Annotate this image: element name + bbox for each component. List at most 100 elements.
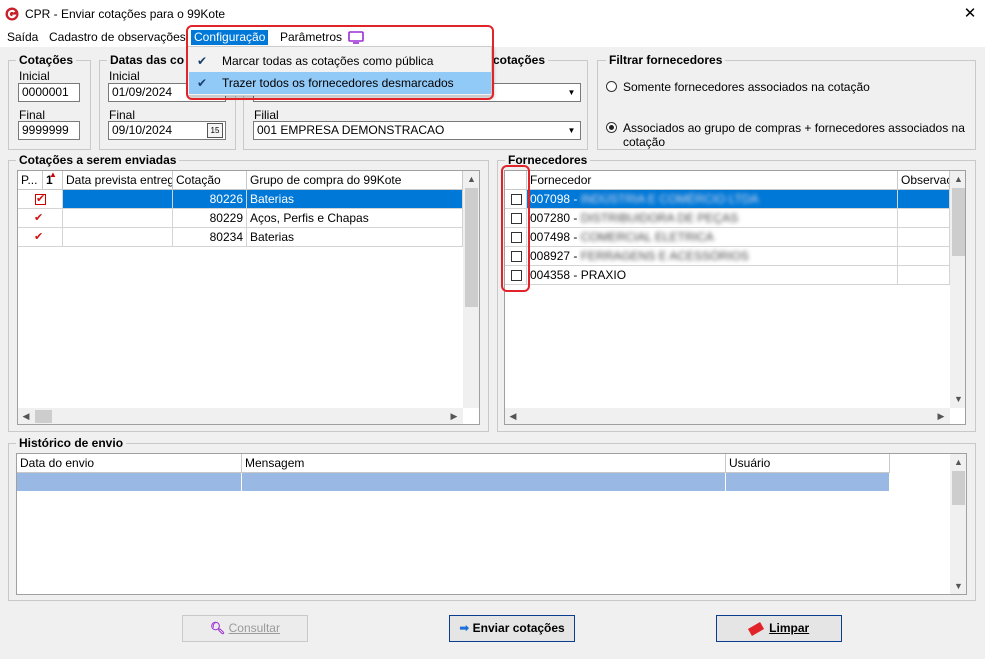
filtro-somente-radio[interactable] [606, 81, 617, 92]
table-row[interactable] [17, 473, 890, 492]
filtrar-fornecedores-title: Filtrar fornecedores [606, 53, 726, 67]
fornecedor-name: INDÚSTRIA E COMÉRCIO LTDA [580, 192, 759, 206]
close-window-button[interactable]: ✕ [960, 4, 980, 24]
cotacoes-grid: P... ▲ 1 Data prevista entrega Cotação G… [17, 170, 480, 425]
filial-value: 001 EMPRESA DEMONSTRACAO [257, 123, 445, 137]
row-checkbox-cell[interactable]: ✔ [18, 190, 63, 209]
data-inicial-value: 01/09/2024 [112, 85, 173, 99]
vertical-scrollbar[interactable]: ▲ ▼ [950, 454, 966, 594]
table-row[interactable]: ✔ 80234 Baterias [18, 228, 463, 247]
data-final-input[interactable]: 09/10/2024 15 [108, 121, 226, 140]
data-final-label: Final [109, 108, 136, 122]
col-cotacao[interactable]: Cotação [173, 171, 247, 190]
row-checkbox-cell[interactable]: ✔ [18, 209, 63, 228]
cotacoes-group-title: Cotações [16, 53, 77, 67]
scroll-left-icon[interactable]: ◀ [505, 408, 521, 424]
table-row[interactable]: ✔ 80229 Aços, Perfis e Chapas [18, 209, 463, 228]
col-data-envio[interactable]: Data do envio [17, 454, 242, 473]
fornecedor-cell: 004358 - PRAXIO [527, 266, 898, 285]
col-data-prevista[interactable]: Data prevista entrega [63, 171, 173, 190]
scroll-left-icon[interactable]: ◀ [18, 408, 34, 424]
filtro-associados-radio[interactable] [606, 122, 617, 133]
menu-saida[interactable]: Saída [7, 30, 38, 45]
chevron-down-icon[interactable]: ▼ [564, 123, 579, 138]
filial-select[interactable]: 001 EMPRESA DEMONSTRACAO ▼ [253, 121, 581, 140]
col-grupo-compra[interactable]: Grupo de compra do 99Kote [247, 171, 463, 190]
col-observacao[interactable]: Observaçã [898, 171, 950, 190]
limpar-button[interactable]: Limpar [716, 615, 842, 642]
cotacao-inicial-label: Inicial [19, 69, 50, 83]
enviar-cotacoes-button[interactable]: ➡ Enviar cotações [449, 615, 575, 642]
scroll-thumb[interactable] [465, 188, 478, 307]
consultar-label: Consultar [228, 621, 280, 635]
datas-group-title: Datas das co [107, 53, 188, 67]
fornecedor-name: COMERCIAL ELETRICA [580, 230, 714, 244]
fornecedor-code: 004358 - [530, 268, 578, 282]
checkbox-checked-icon[interactable]: ✔ [35, 193, 46, 205]
sort-up-icon: ▲ [49, 171, 57, 179]
fornecedor-name: PRAXIO [580, 268, 627, 282]
historico-grid: Data do envio Mensagem Usuário ▲ ▼ [16, 453, 967, 595]
table-row[interactable]: ✔ 80226 Baterias [18, 190, 463, 209]
scroll-thumb[interactable] [952, 188, 965, 256]
scroll-up-icon[interactable]: ▲ [463, 171, 479, 187]
table-row[interactable]: 007498 - COMERCIAL ELETRICA [505, 228, 950, 247]
consultar-button[interactable]: 🔍︎ Consultar [182, 615, 308, 642]
scroll-down-icon[interactable]: ▼ [950, 578, 966, 594]
col-fornecedor[interactable]: Fornecedor [527, 171, 898, 190]
data-inicial-label: Inicial [109, 69, 140, 83]
calendar-icon[interactable]: 15 [207, 123, 223, 138]
data-final-value: 09/10/2024 [112, 123, 173, 137]
filtro-associados-label[interactable]: Associados ao grupo de compras + fornece… [623, 121, 985, 149]
enviar-label: Enviar cotações [472, 621, 565, 635]
table-row[interactable]: 008927 - FERRAGENS E ACESSÓRIOS [505, 247, 950, 266]
col-mensagem[interactable]: Mensagem [242, 454, 726, 473]
table-row[interactable]: 007280 - DISTRIBUIDORA DE PEÇAS [505, 209, 950, 228]
limpar-label: Limpar [769, 621, 810, 635]
observacao-cell [898, 266, 950, 285]
observacao-cell [898, 209, 950, 228]
fornecedor-name: DISTRIBUIDORA DE PEÇAS [580, 211, 739, 225]
fornecedores-grid: Fornecedor Observaçã 007098 - INDÚSTRIA … [504, 170, 966, 425]
data-prevista-cell [63, 190, 173, 209]
cotacao-final-input[interactable]: 9999999 [18, 121, 80, 140]
scroll-up-icon[interactable]: ▲ [950, 454, 966, 470]
historico-title: Histórico de envio [16, 436, 127, 450]
vertical-scrollbar[interactable]: ▲ [463, 171, 479, 408]
scroll-right-icon[interactable]: ▶ [446, 408, 462, 424]
cotacao-cell: 80229 [173, 209, 247, 228]
chevron-down-icon[interactable]: ▼ [564, 85, 579, 100]
table-row[interactable]: 004358 - PRAXIO [505, 266, 950, 285]
fornecedor-code: 007098 - [530, 192, 578, 206]
grupo-cell: Aços, Perfis e Chapas [247, 209, 463, 228]
scroll-thumb[interactable] [952, 471, 965, 505]
table-row[interactable]: 007098 - INDÚSTRIA E COMÉRCIO LTDA [505, 190, 950, 209]
col-publica[interactable]: P... [18, 171, 43, 190]
data-envio-cell [17, 473, 242, 492]
vertical-scrollbar[interactable]: ▲ ▼ [950, 171, 965, 408]
scroll-right-icon[interactable]: ▶ [933, 408, 949, 424]
col-usuario[interactable]: Usuário [726, 454, 890, 473]
data-prevista-cell [63, 209, 173, 228]
row-checkbox-cell[interactable]: ✔ [18, 228, 63, 247]
cotacao-inicial-input[interactable]: 0000001 [18, 83, 80, 102]
fornecedor-cell: 007280 - DISTRIBUIDORA DE PEÇAS [527, 209, 898, 228]
filtro-somente-label[interactable]: Somente fornecedores associados na cotaç… [623, 80, 870, 94]
cotacao-cell: 80234 [173, 228, 247, 247]
col-sort-indicator[interactable]: ▲ 1 [43, 171, 63, 190]
window-title: CPR - Enviar cotações para o 99Kote [25, 7, 226, 21]
menu-cadastro-observacoes[interactable]: Cadastro de observações [49, 30, 186, 45]
fornecedor-code: 007280 - [530, 211, 578, 225]
scroll-thumb[interactable] [35, 410, 52, 423]
search-icon: 🔍︎ [210, 621, 226, 635]
observacao-cell [898, 228, 950, 247]
horizontal-scrollbar[interactable]: ◀ ▶ [505, 408, 950, 424]
check-icon[interactable]: ✔ [34, 209, 43, 227]
scroll-down-icon[interactable]: ▼ [950, 391, 965, 407]
scroll-up-icon[interactable]: ▲ [950, 171, 965, 187]
cotacoes-enviadas-title: Cotações a serem enviadas [16, 153, 180, 167]
observacao-cell [898, 190, 950, 209]
arrow-right-icon: ➡ [459, 621, 470, 635]
horizontal-scrollbar[interactable]: ◀ ▶ [18, 408, 463, 424]
check-icon[interactable]: ✔ [34, 228, 43, 246]
